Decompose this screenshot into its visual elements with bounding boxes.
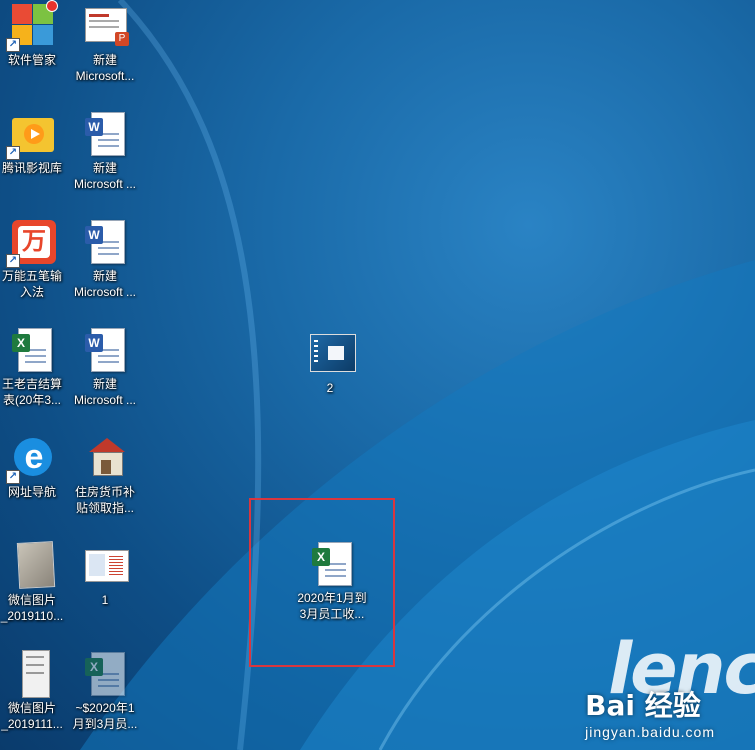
desktop-icon-screenshot-1[interactable]: 1 [69,542,141,608]
highlight-box [249,498,395,667]
desktop-icon-house-subsidy[interactable]: 住房货币补 贴领取指... [69,434,141,516]
image-file-icon [8,650,56,698]
desktop-icon-new-word-3[interactable]: W 新建 Microsoft ... [69,326,141,408]
desktop-icon-screenshot-2[interactable]: 2 [294,330,366,396]
ppt-doc-icon: P [81,2,129,50]
wubi-input-icon: 万 ↗ [6,218,56,268]
icon-label: 网址导航 [7,485,56,499]
excel-doc-icon: X [8,326,56,374]
watermark-url: jingyan.baidu.com [585,724,715,740]
desktop-icon-wanglaoji-sheet[interactable]: X 王老吉结算 表(20年3... [0,326,68,408]
icon-label: 新建 Microsoft ... [73,269,136,299]
folder-video-icon: ↗ [6,110,56,160]
software-manager-icon: ↗ [6,0,58,52]
icon-label: 新建 Microsoft ... [73,161,136,191]
word-doc-icon: W [81,218,129,266]
icon-label: 微信图片 _2019110... [0,593,64,623]
image-file-icon [8,541,56,590]
icon-label: ~$2020年1 月到3月员... [72,701,138,731]
icon-label: 住房货币补 贴领取指... [74,485,135,515]
icon-label: 王老吉结算 表(20年3... [1,377,62,407]
desktop-icon-excel-temp[interactable]: X ~$2020年1 月到3月员... [69,650,141,732]
word-doc-icon: W [81,326,129,374]
desktop-icon-url-nav[interactable]: e ↗ 网址导航 [0,434,68,500]
icon-label: 新建 Microsoft ... [73,377,136,407]
desktop-icon-tencent-video[interactable]: ↗ 腾讯影视库 [0,110,68,176]
desktop-icon-new-ppt[interactable]: P 新建 Microsoft... [69,2,141,84]
icon-label: 微信图片 _2019111... [1,701,63,731]
icon-label: 1 [101,593,109,607]
baidu-watermark: Bai 经验 jingyan.baidu.com [585,684,715,740]
house-subsidy-icon [81,434,129,482]
desktop-icon-new-word-1[interactable]: W 新建 Microsoft ... [69,110,141,192]
desktop-icon-software-manager[interactable]: ↗ 软件管家 [0,0,68,68]
watermark-title: Bai 经验 [585,689,701,722]
excel-temp-icon: X [81,650,129,698]
ie-browser-icon: e ↗ [6,434,56,484]
word-doc-icon: W [81,110,129,158]
icon-label: 万能五笔输 入法 [1,269,62,299]
icon-label: 新建 Microsoft... [75,53,135,83]
screenshot-file-icon [81,542,129,590]
screenshot-file-icon [306,330,356,378]
desktop-icon-new-word-2[interactable]: W 新建 Microsoft ... [69,218,141,300]
desktop-icon-wubi[interactable]: 万 ↗ 万能五笔输 入法 [0,218,68,300]
desktop-icon-wechat-image-2[interactable]: 微信图片 _2019111... [0,650,68,732]
desktop-icon-wechat-image-1[interactable]: 微信图片 _2019110... [0,541,68,624]
icon-label: 软件管家 [7,53,56,67]
icon-label: 2 [326,381,334,395]
icon-label: 腾讯影视库 [1,161,62,175]
